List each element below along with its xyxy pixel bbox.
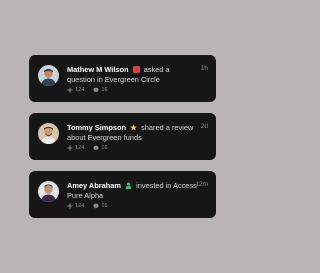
like-count: 124: [75, 203, 85, 209]
avatar[interactable]: [38, 181, 59, 202]
engagement-row: 124 16: [67, 87, 108, 93]
star-icon: [130, 124, 137, 131]
activity-card[interactable]: Amey Abraham invested in Access Pure Alp…: [29, 171, 216, 218]
activity-text: Mathew M Wilson asked a question in Ever…: [67, 65, 197, 85]
timestamp: 1h: [200, 65, 208, 72]
plus-icon[interactable]: [67, 145, 73, 151]
comment-icon[interactable]: [93, 145, 99, 151]
user-name[interactable]: Mathew M Wilson: [67, 65, 129, 74]
green-person-icon: [125, 182, 132, 189]
avatar[interactable]: [38, 123, 59, 144]
timestamp: 2d: [200, 123, 208, 130]
activity-feed: Mathew M Wilson asked a question in Ever…: [29, 55, 216, 229]
avatar[interactable]: [38, 65, 59, 86]
like-count: 124: [75, 87, 85, 93]
activity-card[interactable]: Mathew M Wilson asked a question in Ever…: [29, 55, 216, 102]
engagement-row: 124 16: [67, 145, 108, 151]
comment-count: 16: [101, 87, 108, 93]
activity-text: Tommy Simpson shared a review about Ever…: [67, 123, 197, 143]
plus-icon[interactable]: [67, 203, 73, 209]
activity-text: Amey Abraham invested in Access Pure Alp…: [67, 181, 197, 201]
like-count: 124: [75, 145, 85, 151]
comment-count: 16: [101, 203, 108, 209]
comment-count: 16: [101, 145, 108, 151]
comment-icon[interactable]: [93, 87, 99, 93]
activity-card[interactable]: Tommy Simpson shared a review about Ever…: [29, 113, 216, 160]
user-name[interactable]: Amey Abraham: [67, 181, 121, 190]
plus-icon[interactable]: [67, 87, 73, 93]
red-badge-icon: [132, 66, 140, 73]
user-name[interactable]: Tommy Simpson: [67, 123, 126, 132]
engagement-row: 124 16: [67, 203, 108, 209]
timestamp: 12m: [195, 181, 208, 188]
comment-icon[interactable]: [93, 203, 99, 209]
